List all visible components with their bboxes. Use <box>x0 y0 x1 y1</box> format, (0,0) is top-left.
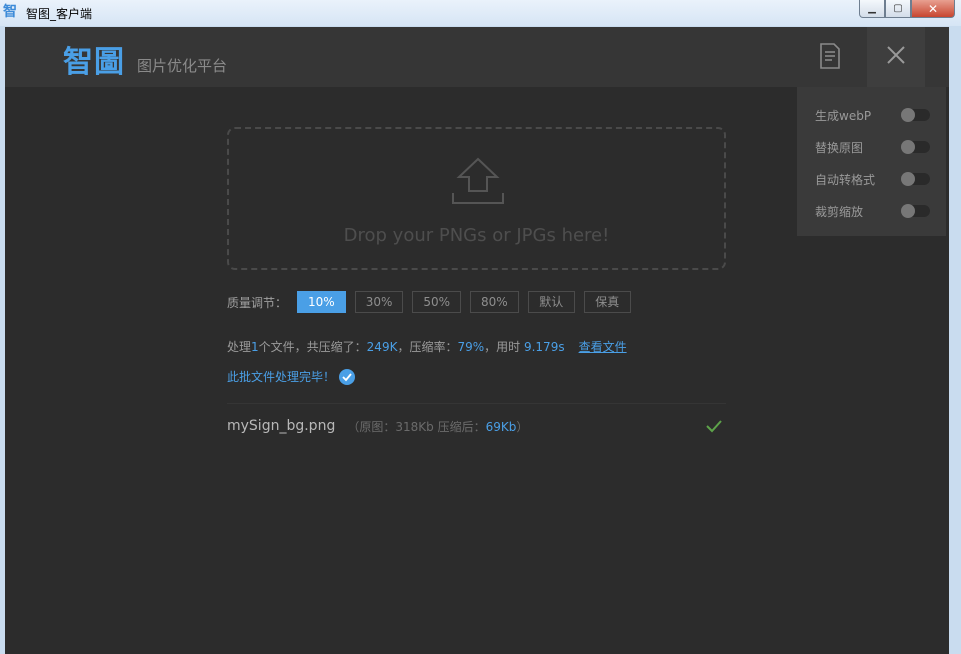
original-size: 318Kb <box>395 419 434 434</box>
setting-label: 替换原图 <box>815 140 864 155</box>
drop-zone[interactable]: Drop your PNGs or JPGs here! <box>227 127 726 270</box>
summary-text: 个文件，共压缩了： <box>258 340 367 354</box>
elapsed-time: 9.179s <box>523 340 565 354</box>
minimize-button[interactable]: ▁ <box>859 0 885 18</box>
auto-format-toggle[interactable] <box>901 172 930 186</box>
maximize-button[interactable]: ▢ <box>885 0 911 18</box>
check-icon <box>706 418 722 437</box>
view-files-link[interactable]: 查看文件 <box>579 340 627 354</box>
close-settings-button[interactable] <box>867 27 925 87</box>
saved-size: 249K <box>366 340 398 354</box>
window-title: 智图_客户端 <box>26 7 93 21</box>
minimize-icon: ▁ <box>868 3 876 14</box>
maximize-icon: ▢ <box>893 3 903 14</box>
app-icon: 智 <box>3 4 17 20</box>
window-controls: ▁ ▢ ✕ <box>859 0 955 18</box>
setting-replace-original: 替换原图 <box>815 138 930 156</box>
summary-text: ，用时 <box>484 340 524 354</box>
setting-label: 生成webP <box>815 108 872 123</box>
quality-label: 质量调节： <box>227 295 288 310</box>
setting-auto-format: 自动转格式 <box>815 170 930 188</box>
quality-option-10[interactable]: 10% <box>297 291 346 313</box>
compression-rate: 79% <box>457 340 485 354</box>
batch-done-status: 此批文件处理完毕！ <box>227 368 356 385</box>
setting-webp: 生成webP <box>815 106 930 124</box>
file-name: mySign_bg.png <box>227 418 336 434</box>
summary-text: ，压缩率： <box>397 340 458 354</box>
quality-selector: 质量调节： 10% 30% 50% 80% 默认 保真 <box>227 291 640 313</box>
divider <box>227 403 726 404</box>
quality-option-50[interactable]: 50% <box>412 291 462 313</box>
quality-option-default[interactable]: 默认 <box>527 291 575 313</box>
app-header: 智圖 图片优化平台 <box>5 27 949 87</box>
crop-scale-toggle[interactable] <box>901 204 930 218</box>
window-titlebar: 智 智图_客户端 ▁ ▢ ✕ <box>0 0 961 26</box>
upload-icon <box>451 157 505 209</box>
file-count: 1 <box>251 340 259 354</box>
compressed-size: 69Kb <box>485 419 517 434</box>
document-icon[interactable] <box>819 43 841 69</box>
batch-done-text: 此批文件处理完毕！ <box>227 370 336 384</box>
check-circle-icon <box>339 368 356 385</box>
close-icon <box>886 45 906 69</box>
file-size-info: （原图：318Kb 压缩后：69Kb） <box>347 419 529 434</box>
app-subtitle: 图片优化平台 <box>137 57 228 75</box>
drop-instructions: Drop your PNGs or JPGs here! <box>343 225 610 246</box>
app-window: 智圖 图片优化平台 生成webP 替换原图 自动转格式 裁剪缩放 Drop yo… <box>5 27 949 654</box>
window-close-icon: ✕ <box>927 1 939 16</box>
webp-toggle[interactable] <box>901 108 930 122</box>
quality-option-fidelity[interactable]: 保真 <box>583 291 631 313</box>
file-list-item: mySign_bg.png （原图：318Kb 压缩后：69Kb） <box>227 415 726 437</box>
setting-label: 裁剪缩放 <box>815 204 864 219</box>
quality-option-30[interactable]: 30% <box>354 291 404 313</box>
summary-text: 处理 <box>227 340 252 354</box>
setting-label: 自动转格式 <box>815 172 876 187</box>
setting-crop-scale: 裁剪缩放 <box>815 202 930 220</box>
settings-panel: 生成webP 替换原图 自动转格式 裁剪缩放 <box>797 87 946 236</box>
replace-original-toggle[interactable] <box>901 140 930 154</box>
quality-option-80[interactable]: 80% <box>470 291 519 313</box>
logo: 智圖 <box>63 45 125 80</box>
compression-summary: 处理1个文件，共压缩了：249K，压缩率：79%，用时 9.179s 查看文件 <box>227 338 627 355</box>
window-close-button[interactable]: ✕ <box>911 0 955 18</box>
